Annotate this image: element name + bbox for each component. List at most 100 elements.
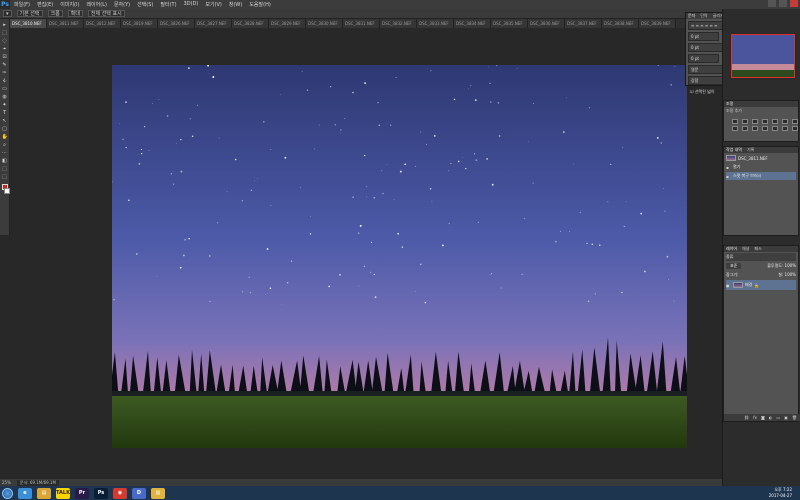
tool-icon-14[interactable]: ✋ <box>2 134 8 140</box>
menu-item-5[interactable]: 선택(S) <box>137 1 153 8</box>
tool-preset-picker[interactable]: ▾ <box>3 10 12 17</box>
document-tab[interactable]: DSC_3838.NEF <box>602 19 639 28</box>
document-tab[interactable]: DSC_3835.NEF <box>491 19 528 28</box>
indent-left-field[interactable]: 0 pt <box>688 32 719 41</box>
fill-field[interactable]: 칠: 100% <box>778 272 796 278</box>
tool-icon-5[interactable]: ✎ <box>2 62 8 68</box>
layer-row[interactable]: ● 배경 🔒 <box>726 280 796 290</box>
adjustment-icon[interactable] <box>792 119 798 124</box>
document-image[interactable] <box>112 65 687 448</box>
document-tab[interactable]: DSC_3837.NEF <box>565 19 602 28</box>
adjustment-icon[interactable] <box>762 119 768 124</box>
document-tab[interactable]: DSC_3826.NEF <box>158 19 195 28</box>
tool-icon-8[interactable]: ▭ <box>2 86 8 92</box>
folder-icon[interactable]: ▥ <box>151 487 165 499</box>
document-tab[interactable]: DSC_3810.NEF <box>10 19 47 28</box>
history-tab-0[interactable]: 작업 내역 <box>726 147 742 153</box>
space-before-field[interactable]: 0 pt <box>688 54 719 63</box>
character-panel-tab-1[interactable]: 단락 <box>700 13 707 19</box>
minimize-button[interactable] <box>768 0 776 7</box>
document-tab[interactable]: DSC_3829.NEF <box>269 19 306 28</box>
opacity-field[interactable]: 불투명도: 100% <box>767 263 796 269</box>
premiere-icon[interactable]: Pr <box>75 487 89 499</box>
group-icon[interactable]: ▭ <box>776 415 780 420</box>
navigator-view-box[interactable] <box>731 34 795 78</box>
daum-icon[interactable]: D <box>132 487 146 499</box>
menu-item-2[interactable]: 이미지(I) <box>60 1 79 8</box>
document-tab[interactable]: DSC_3832.NEF <box>380 19 417 28</box>
menu-item-1[interactable]: 편집(E) <box>37 1 53 8</box>
option-button-0[interactable]: 기본 선택 <box>16 10 43 17</box>
layers-tab-0[interactable]: 레이어 <box>726 246 737 252</box>
tool-icon-17[interactable]: ◧ <box>2 158 8 164</box>
menu-item-9[interactable]: 창(W) <box>229 1 242 8</box>
adjustment-icon[interactable] <box>762 126 768 131</box>
adjustment-icon[interactable] <box>732 126 738 131</box>
menu-item-10[interactable]: 도움말(H) <box>249 1 270 8</box>
tool-icon-12[interactable]: ↖ <box>2 118 8 124</box>
photoshop-icon[interactable]: Ps <box>94 487 108 499</box>
menu-item-3[interactable]: 레이어(L) <box>86 1 107 8</box>
adjustment-icon[interactable] <box>782 126 788 131</box>
layers-tab-1[interactable]: 채널 <box>742 246 749 252</box>
document-tab[interactable]: DSC_3819.NEF <box>121 19 158 28</box>
document-tab[interactable]: DSC_3830.NEF <box>306 19 343 28</box>
document-tab[interactable]: DSC_3831.NEF <box>343 19 380 28</box>
tool-icon-19[interactable]: ⬚ <box>2 174 8 180</box>
tool-icon-16[interactable]: ⋯ <box>2 150 8 156</box>
layer-filter[interactable]: 종류 <box>726 253 796 261</box>
adjustment-icon[interactable] <box>752 119 758 124</box>
zoom-level[interactable]: 25% <box>2 480 11 485</box>
adjustment-layer-icon[interactable]: ◐ <box>769 415 773 420</box>
tool-icon-2[interactable]: ◌ <box>2 38 8 44</box>
explorer-icon[interactable]: ▤ <box>37 487 51 499</box>
tool-icon-13[interactable]: ▢ <box>2 126 8 132</box>
history-item[interactable]: DSC_3811.NEF <box>726 154 796 162</box>
history-item[interactable]: ▪ 열기 <box>726 163 796 171</box>
start-button[interactable] <box>2 487 13 499</box>
document-tab[interactable]: DSC_3839.NEF <box>639 19 676 28</box>
document-tab[interactable]: DSC_3836.NEF <box>528 19 565 28</box>
eye-icon[interactable]: ● <box>726 283 731 288</box>
kakao-icon[interactable]: TALK <box>56 487 70 499</box>
adjustment-icon[interactable] <box>772 119 778 124</box>
character-panel-tab-0[interactable]: 문자 <box>688 13 695 19</box>
tool-icon-15[interactable]: ⌕ <box>2 142 8 148</box>
menu-item-0[interactable]: 파일(F) <box>14 1 30 8</box>
adjustments-tab-label[interactable]: 조정 <box>726 101 733 107</box>
tool-icon-6[interactable]: ✑ <box>2 70 8 76</box>
document-tab[interactable]: DSC_3827.NEF <box>195 19 232 28</box>
option-button-2[interactable]: 확대 <box>67 10 83 17</box>
adjustment-icon[interactable] <box>772 126 778 131</box>
menu-item-6[interactable]: 필터(T) <box>160 1 176 8</box>
adjustment-icon[interactable] <box>792 126 798 131</box>
adjustment-icon[interactable] <box>742 126 748 131</box>
tool-icon-10[interactable]: ✦ <box>2 102 8 108</box>
document-size[interactable]: 문서: 69.1M/69.1M <box>16 479 59 486</box>
option-button-1[interactable]: 크롭 <box>47 10 63 17</box>
tool-icon-1[interactable]: ⬚ <box>2 30 8 36</box>
trash-icon[interactable]: 🗑 <box>792 415 797 420</box>
document-tab[interactable]: DSC_3828.NEF <box>232 19 269 28</box>
new-layer-icon[interactable]: ▣ <box>784 415 788 420</box>
canvas-area[interactable] <box>10 28 722 479</box>
document-tab[interactable]: DSC_3833.NEF <box>417 19 454 28</box>
document-tab[interactable]: DSC_3811.NEF <box>47 19 84 28</box>
history-tab-1[interactable]: 기록 <box>747 147 754 153</box>
maximize-button[interactable] <box>779 0 787 7</box>
tool-icon-18[interactable]: ⬚ <box>2 166 8 172</box>
mask-icon[interactable]: ◙ <box>761 415 765 420</box>
menu-item-8[interactable]: 보기(V) <box>205 1 222 8</box>
fx-icon[interactable]: fx <box>753 415 757 420</box>
ie-icon[interactable]: e <box>18 487 32 499</box>
link-layers-icon[interactable]: ⛓ <box>744 415 749 420</box>
document-tab[interactable]: DSC_3812.NEF <box>84 19 121 28</box>
system-clock[interactable]: 오후 7:22 2017-04-27 <box>769 487 792 499</box>
adjustment-icon[interactable] <box>732 119 738 124</box>
adjustment-icon[interactable] <box>742 119 748 124</box>
close-button[interactable] <box>790 0 798 7</box>
menu-item-7[interactable]: 3D(D) <box>184 1 199 8</box>
background-color-swatch[interactable] <box>3 188 10 194</box>
document-tab[interactable]: DSC_3834.NEF <box>454 19 491 28</box>
tool-icon-0[interactable]: ▸ <box>2 22 8 28</box>
